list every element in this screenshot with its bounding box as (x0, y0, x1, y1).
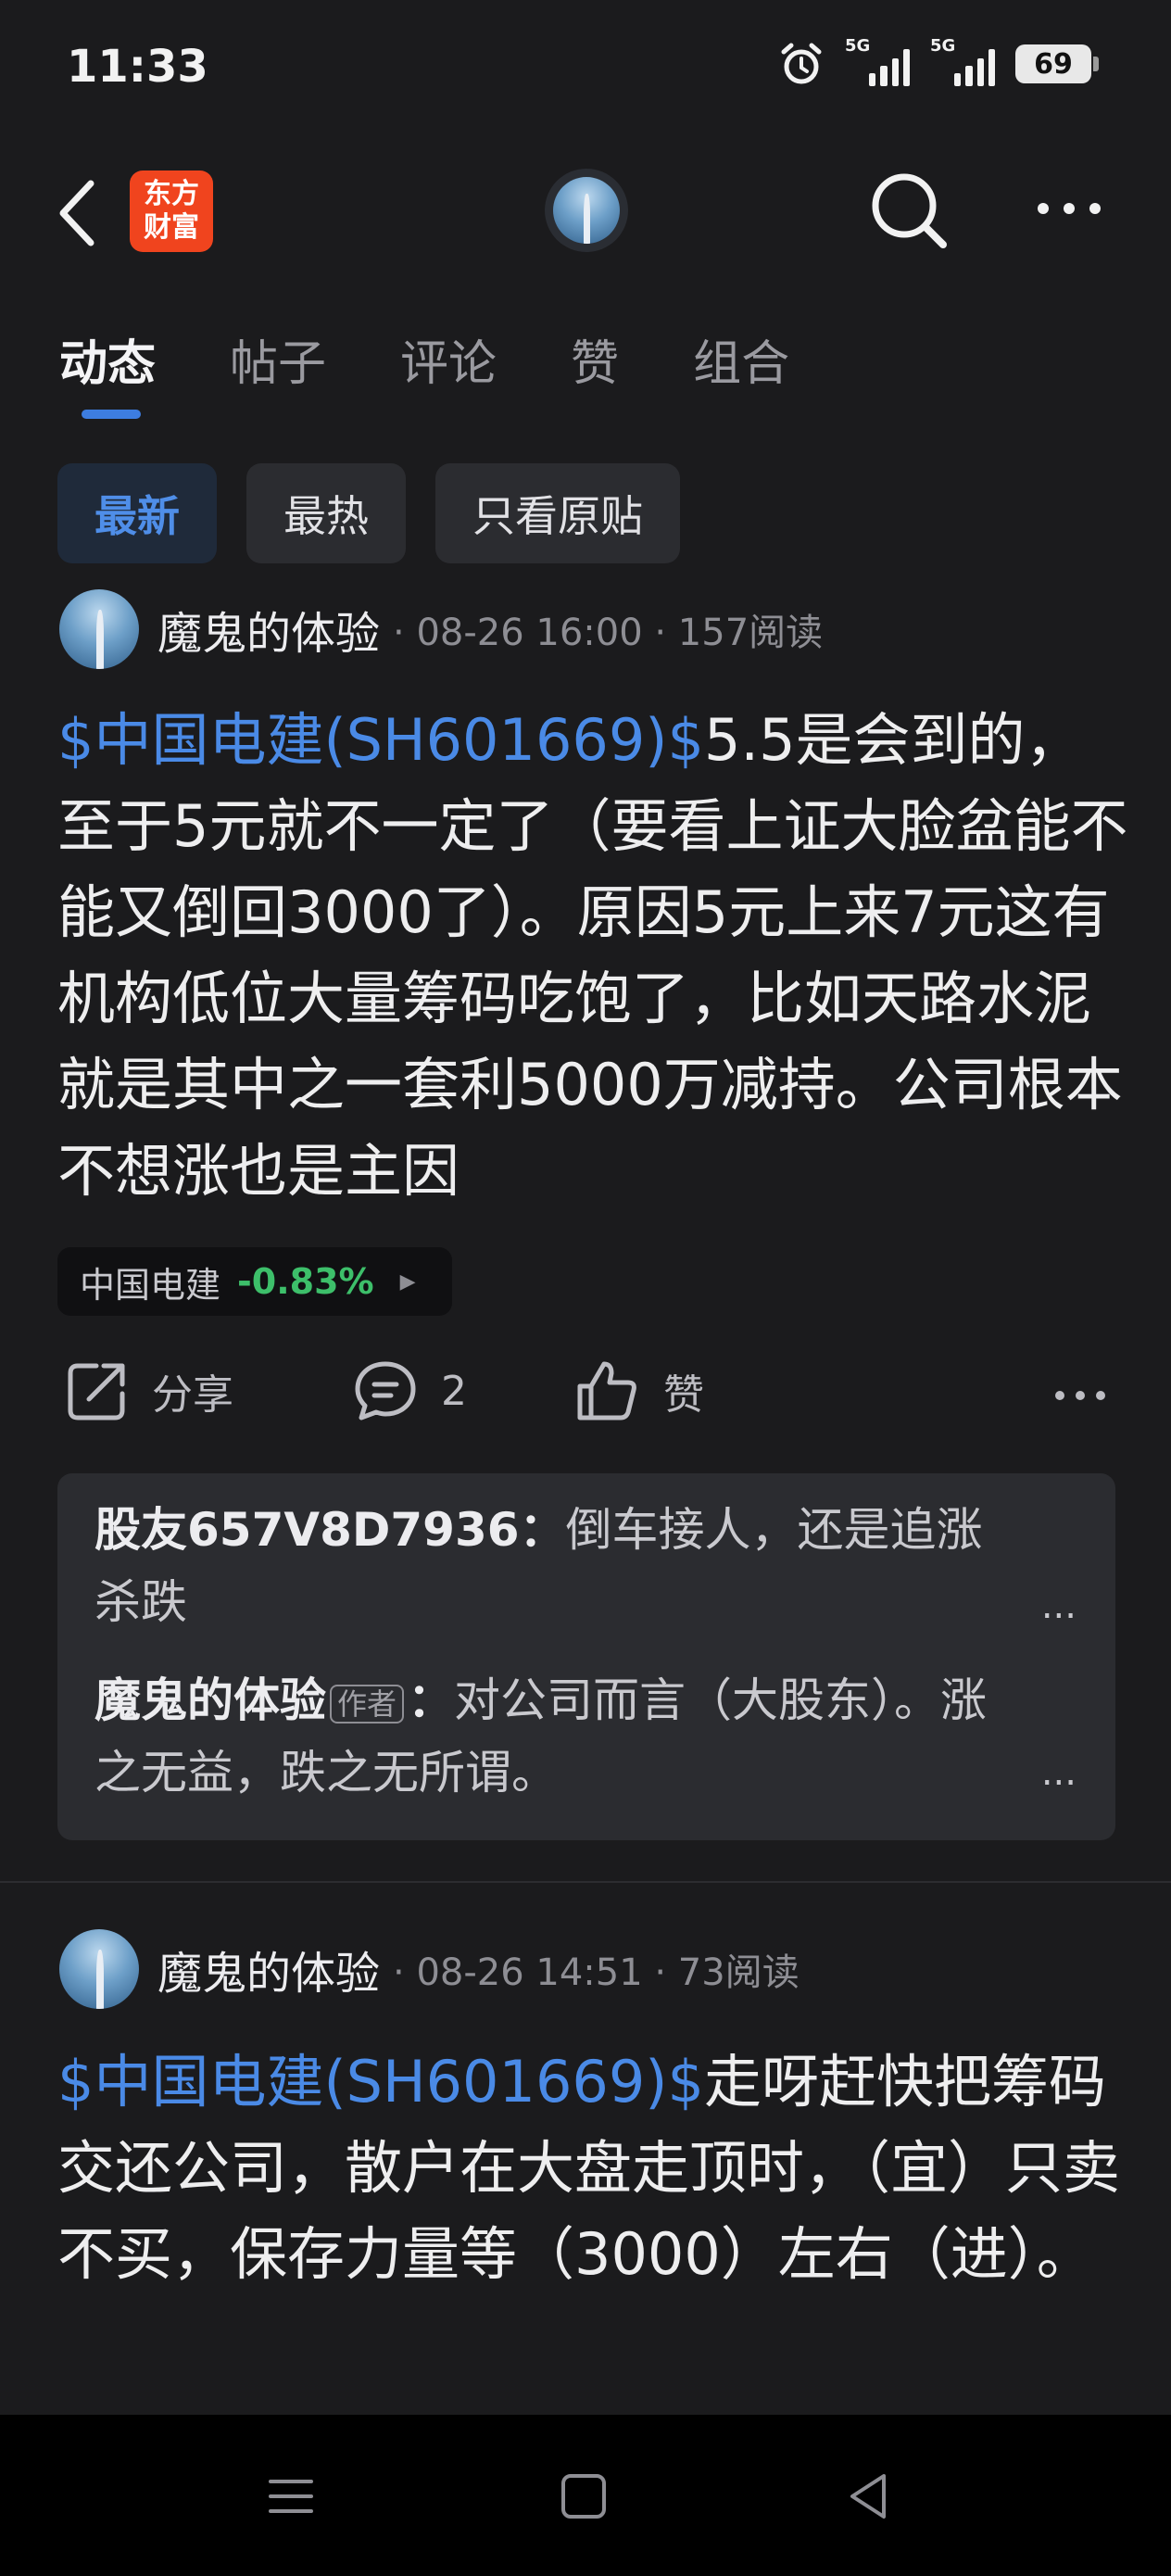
back-icon (59, 180, 94, 246)
comment-button[interactable]: 2 (352, 1358, 467, 1423)
filter-hottest[interactable]: 最热 (246, 463, 406, 563)
menu-nav-icon (269, 2480, 313, 2513)
status-icons: 5G 5G 69 (778, 36, 1099, 87)
comment-item[interactable]: 魔鬼的体验 作者 ：对公司而言（大股东）。涨之无益，跌之无所谓。 (94, 1664, 1021, 1809)
comment-colon: ： (408, 1673, 455, 1727)
stock-link[interactable]: $中国电建(SH601669)$ (57, 2048, 704, 2115)
author-badge: 作者 (330, 1684, 405, 1724)
play-arrow-icon: ▶ (399, 1269, 416, 1294)
comment-item[interactable]: 股友657V8D7936：倒车接人，还是追涨杀跌 (94, 1494, 1021, 1638)
home-nav-button[interactable] (556, 2469, 611, 2524)
profile-avatar[interactable] (545, 169, 628, 252)
tab-tiezi[interactable]: 帖子 (230, 324, 326, 394)
post-header: 魔鬼的体验 · 08-26 16:00 · 157阅读 (59, 589, 823, 669)
comment-user[interactable]: 股友657V8D7936： (94, 1503, 566, 1557)
tab-dongtai[interactable]: 动态 (59, 324, 156, 394)
tab-zan[interactable]: 赞 (571, 324, 619, 394)
author-avatar[interactable] (59, 1929, 139, 2009)
share-icon (68, 1363, 125, 1421)
search-icon (872, 173, 947, 248)
comment-user[interactable]: 魔鬼的体验 (94, 1673, 326, 1727)
stock-change: -0.83% (237, 1261, 374, 1302)
search-button[interactable] (867, 169, 951, 252)
comment-icon (355, 1361, 416, 1421)
filter-original-only[interactable]: 只看原贴 (435, 463, 680, 563)
back-nav-icon (850, 2474, 886, 2519)
app-logo: 东方 财富 (130, 170, 213, 252)
tab-bar: 动态 帖子 评论 赞 组合 (59, 324, 789, 394)
avatar (553, 177, 620, 244)
more-icon (1038, 203, 1101, 214)
post-author[interactable]: 魔鬼的体验 (157, 1937, 380, 2001)
post-author[interactable]: 魔鬼的体验 (157, 597, 380, 662)
back-nav-button[interactable] (841, 2469, 897, 2524)
post-meta: · 08-26 16:00 · 157阅读 (393, 612, 824, 654)
post-body[interactable]: $中国电建(SH601669)$走呀赶快把筹码交还公司，散户在大盘走顶时，（宜）… (57, 2039, 1132, 2297)
active-tab-indicator (82, 410, 141, 419)
share-button[interactable]: 分享 (65, 1358, 233, 1423)
signal-icon: 5G (845, 36, 910, 86)
filter-bar: 最新 最热 只看原贴 (57, 463, 680, 563)
post-header: 魔鬼的体验 · 08-26 14:51 · 73阅读 (59, 1929, 800, 2009)
comment-more[interactable]: ... (1041, 1585, 1077, 1627)
system-nav-bar (0, 2415, 1171, 2576)
post-more-button[interactable] (1052, 1377, 1108, 1414)
status-time: 11:33 (67, 41, 208, 93)
back-button[interactable] (56, 176, 100, 250)
stock-name: 中国电建 (80, 1264, 221, 1306)
comments-preview[interactable]: 股友657V8D7936：倒车接人，还是追涨杀跌 ... 魔鬼的体验 作者 ：对公司… (57, 1473, 1115, 1840)
alarm-icon (781, 43, 822, 84)
post-body[interactable]: $中国电建(SH601669)$5.5是会到的，至于5元就不一定了（要看上证大脸… (57, 697, 1132, 1214)
like-icon (577, 1361, 636, 1421)
status-bar: 11:33 5G 5G 69 (0, 0, 1171, 139)
menu-nav-button[interactable] (263, 2469, 319, 2524)
author-avatar[interactable] (59, 589, 139, 669)
post-text: 5.5是会到的，至于5元就不一定了（要看上证大脸盆能不能又倒回3000了）。原因… (57, 706, 1128, 1205)
tab-pinglun[interactable]: 评论 (400, 324, 497, 394)
stock-quote-tag[interactable]: 中国电建 -0.83% ▶ (57, 1247, 452, 1316)
battery-indicator: 69 (1015, 44, 1099, 83)
more-button[interactable] (1034, 185, 1104, 232)
stock-link[interactable]: $中国电建(SH601669)$ (57, 706, 704, 774)
signal-icon: 5G (930, 36, 995, 86)
comment-more[interactable]: ... (1041, 1751, 1077, 1794)
tab-zuhe[interactable]: 组合 (693, 324, 789, 394)
home-nav-icon (561, 2474, 606, 2519)
more-icon (1055, 1391, 1105, 1400)
like-button[interactable]: 赞 (574, 1358, 704, 1423)
post-divider (0, 1881, 1171, 1883)
post-actions: 分享 2 赞 (57, 1358, 1114, 1442)
filter-latest[interactable]: 最新 (57, 463, 217, 563)
post-meta: · 08-26 14:51 · 73阅读 (393, 1951, 800, 1994)
